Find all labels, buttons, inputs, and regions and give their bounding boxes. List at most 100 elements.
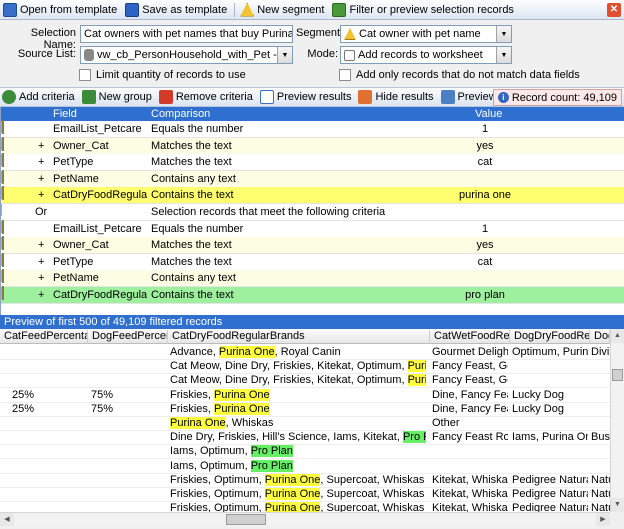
preview-column-header[interactable]: CatWetFoodRegi <box>430 330 510 344</box>
scroll-left-icon[interactable]: ◀ <box>0 513 14 526</box>
criteria-value[interactable]: 1 <box>351 123 619 135</box>
open-from-template-button[interactable]: Open from template <box>0 1 120 19</box>
criteria-edit-icon[interactable] <box>2 120 4 134</box>
criteria-value[interactable]: yes <box>351 140 619 152</box>
limit-quantity-label: Limit quantity of records to use <box>96 69 246 81</box>
criteria-value[interactable]: purina one <box>351 189 619 201</box>
chevron-down-icon[interactable]: ▼ <box>496 26 511 42</box>
scroll-up-icon[interactable]: ▲ <box>611 329 624 343</box>
preview-results-button[interactable]: Preview results <box>258 88 354 106</box>
criteria-edit-icon[interactable] <box>2 219 4 234</box>
table-row[interactable]: Cat Meow, Dine Dry, Friskies, Kitekat, O… <box>0 359 610 375</box>
preview-column-header[interactable]: Dog <box>590 330 610 344</box>
criteria-value[interactable]: yes <box>351 239 619 251</box>
scroll-thumb[interactable] <box>226 514 266 525</box>
criteria-field[interactable]: PetType <box>53 256 147 268</box>
criteria-row[interactable]: +CatDryFoodRegularB...Contains the textp… <box>1 186 624 205</box>
close-icon[interactable]: ✕ <box>607 3 621 17</box>
criteria-comparison[interactable]: Contains any text <box>151 173 471 185</box>
criteria-row[interactable]: + Owner_Cat Matches the text yes <box>1 136 624 155</box>
criteria-edit-icon[interactable] <box>2 153 4 168</box>
criteria-row[interactable]: +CatDryFoodRegularB...Contains the textp… <box>1 286 624 304</box>
chevron-down-icon[interactable]: ▼ <box>496 47 511 63</box>
criteria-edit-icon[interactable] <box>2 169 4 184</box>
preview-column-header[interactable]: CatDryFoodRegularBrands <box>168 330 430 344</box>
brand-text: Purina One <box>214 388 270 401</box>
source-list-value: vw_cb_PersonHousehold_with_Pet - Sim.. <box>97 49 277 61</box>
criteria-field[interactable]: Owner_Cat <box>53 239 147 251</box>
criteria-row[interactable]: + PetName Contains any text <box>1 169 624 188</box>
hide-results-button[interactable]: Hide results <box>356 88 435 106</box>
chevron-down-icon[interactable]: ▼ <box>277 47 292 63</box>
criteria-field[interactable]: CatDryFoodRegularB... <box>53 289 147 301</box>
source-list-select[interactable]: vw_cb_PersonHousehold_with_Pet - Sim.. ▼ <box>80 46 293 64</box>
criteria-field[interactable]: EmailList_Petcare <box>53 223 147 235</box>
criteria-field[interactable]: PetType <box>53 156 147 168</box>
criteria-field[interactable]: PetName <box>53 272 147 284</box>
checkbox-box[interactable] <box>339 69 351 81</box>
checkbox-box[interactable] <box>79 69 91 81</box>
criteria-row[interactable]: EmailList_Petcare Equals the number 1 <box>1 219 624 238</box>
add-criteria-button[interactable]: Add criteria <box>0 88 77 106</box>
remove-criteria-button[interactable]: Remove criteria <box>157 88 255 106</box>
criteria-row[interactable]: + PetName Contains any text <box>1 269 624 288</box>
preview-column-header[interactable]: DogFeedPercenta <box>88 330 168 344</box>
table-row[interactable]: 25% 75% Friskies, Purina One Dine, Fancy Fe… <box>0 388 610 403</box>
criteria-row[interactable]: EmailList_Petcare Equals the number 1 <box>1 120 624 138</box>
table-row[interactable]: Friskies, Optimum, Purina One, Supercoat… <box>0 473 610 488</box>
table-row[interactable]: Advance, Purina One, Royal Canin Gourmet … <box>0 345 610 360</box>
mode-select[interactable]: Add records to worksheet ▼ <box>340 46 512 64</box>
criteria-edit-icon[interactable] <box>2 269 4 284</box>
filter-preview-button[interactable]: Filter or preview selection records <box>329 1 516 19</box>
scroll-right-icon[interactable]: ▶ <box>596 513 610 526</box>
table-row[interactable]: Dine Dry, Friskies, Hill's Science, Iams… <box>0 430 610 446</box>
table-row[interactable]: Purina One, Whiskas Other <box>0 416 610 431</box>
criteria-edit-icon[interactable] <box>2 186 4 201</box>
brand-text: Friskies, <box>170 402 214 415</box>
new-group-button[interactable]: New group <box>80 88 154 106</box>
preview-column-header[interactable]: CatFeedPercentag <box>0 330 88 344</box>
table-row[interactable]: Iams, Optimum, Pro Plan <box>0 459 610 474</box>
criteria-edit-icon[interactable] <box>2 252 4 267</box>
brand-text: Cat Meow, Dine Dry, Friskies, Kitekat, O… <box>170 360 408 373</box>
horizontal-scrollbar[interactable]: ◀ ▶ <box>0 512 610 526</box>
segment-select[interactable]: Cat owner with pet name ▼ <box>340 25 512 43</box>
criteria-row[interactable]: Or Selection records that meet the follow… <box>1 204 624 221</box>
criteria-edit-icon[interactable] <box>2 286 4 300</box>
table-row[interactable]: Friskies, Optimum, Purina One, Supercoat… <box>0 501 610 512</box>
comparison-column-header[interactable]: Comparison <box>151 108 210 120</box>
criteria-comparison[interactable]: Selection records that meet the followin… <box>151 206 471 218</box>
criteria-field[interactable]: PetName <box>53 173 147 185</box>
value-column-header[interactable]: Value <box>475 108 502 120</box>
criteria-field[interactable]: Owner_Cat <box>53 140 147 152</box>
criteria-edit-icon[interactable] <box>2 236 4 251</box>
limit-quantity-checkbox[interactable]: Limit quantity of records to use <box>79 69 246 81</box>
criteria-comparison[interactable]: Contains any text <box>151 272 471 284</box>
save-as-template-button[interactable]: Save as template <box>122 1 230 19</box>
selection-name-input[interactable]: Cat owners with pet names that buy Purin… <box>80 25 293 43</box>
table-row[interactable]: Iams, Optimum, Pro Plan <box>0 444 610 460</box>
table-row[interactable]: Cat Meow, Dine Dry, Friskies, Kitekat, O… <box>0 373 610 389</box>
criteria-value[interactable]: cat <box>351 156 619 168</box>
brand-text: Purina One <box>407 374 426 387</box>
new-segment-button[interactable]: New segment <box>237 1 327 19</box>
table-row[interactable]: 25% 75% Friskies, Purina One Dine, Fancy Fe… <box>0 402 610 417</box>
criteria-field[interactable]: CatDryFoodRegularB... <box>53 189 147 201</box>
table-cell: Lucky Dog <box>512 388 564 401</box>
table-row[interactable]: Friskies, Optimum, Purina One, Supercoat… <box>0 487 610 502</box>
scroll-thumb[interactable] <box>612 369 623 381</box>
criteria-row[interactable]: + Owner_Cat Matches the text yes <box>1 236 624 255</box>
criteria-field[interactable]: EmailList_Petcare <box>53 123 147 135</box>
row-header[interactable] <box>1 204 2 216</box>
criteria-edit-icon[interactable] <box>2 136 4 151</box>
criteria-value[interactable]: pro plan <box>351 289 619 301</box>
criteria-row[interactable]: + PetType Matches the text cat <box>1 153 624 172</box>
vertical-scrollbar[interactable]: ▲ ▼ <box>610 329 624 512</box>
criteria-value[interactable]: 1 <box>351 223 619 235</box>
add-only-checkbox[interactable]: Add only records that do not match data … <box>339 69 580 81</box>
scroll-down-icon[interactable]: ▼ <box>611 498 624 512</box>
field-column-header[interactable]: Field <box>53 108 77 120</box>
criteria-value[interactable]: cat <box>351 256 619 268</box>
criteria-row[interactable]: + PetType Matches the text cat <box>1 252 624 271</box>
preview-column-header[interactable]: DogDryFoodRegul <box>510 330 590 344</box>
